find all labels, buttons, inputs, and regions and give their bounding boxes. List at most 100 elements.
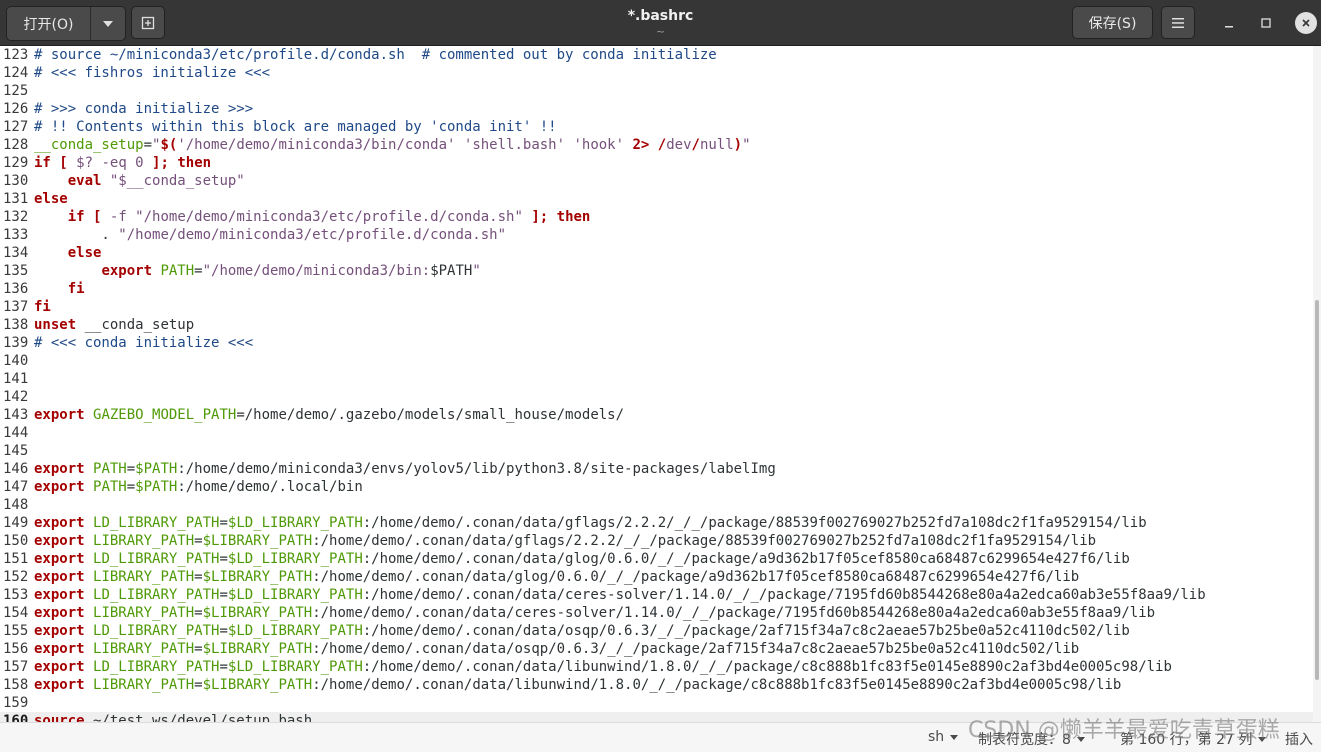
code-token: -f "/home/demo/miniconda3/etc/profile.d/… [109, 209, 523, 225]
code-token: = [219, 623, 228, 639]
line-number: 125 [3, 83, 29, 99]
scrollbar-thumb[interactable] [1315, 300, 1319, 680]
code-line[interactable]: 145 [0, 442, 1313, 460]
code-token: $? -eq 0 [76, 155, 144, 171]
code-text: export LIBRARY_PATH=$LIBRARY_PATH:/home/… [34, 676, 1121, 694]
code-line[interactable]: 147 export PATH=$PATH:/home/demo/.local/b… [0, 478, 1313, 496]
code-line[interactable]: 154 export LIBRARY_PATH=$LIBRARY_PATH:/ho… [0, 604, 1313, 622]
code-token: :/home/demo/.conan/data/osqp/0.6.3/_/_/p… [312, 641, 1080, 657]
line-number: 141 [3, 371, 29, 387]
code-line[interactable]: 143 export GAZEBO_MODEL_PATH=/home/demo/.… [0, 406, 1313, 424]
line-number: 152 [3, 569, 29, 585]
code-line[interactable]: 159 [0, 694, 1313, 712]
line-number: 130 [3, 173, 29, 189]
line-number: 156 [3, 641, 29, 657]
code-token: = [194, 533, 203, 549]
code-token: :/home/demo/.conan/data/glog/0.6.0/_/_/p… [362, 551, 1130, 567]
save-button[interactable]: 保存(S) [1072, 6, 1153, 39]
code-token: = [143, 137, 153, 153]
code-token: LD_LIBRARY_PATH [93, 551, 220, 567]
code-line[interactable]: 140 [0, 352, 1313, 370]
code-line[interactable]: 152 export LIBRARY_PATH=$LIBRARY_PATH:/ho… [0, 568, 1313, 586]
code-line[interactable]: 129 if [ $? -eq 0 ]; then [0, 154, 1313, 172]
code-line[interactable]: 151 export LD_LIBRARY_PATH=$LD_LIBRARY_PA… [0, 550, 1313, 568]
line-number: 140 [3, 353, 29, 369]
code-token: :/home/demo/miniconda3/envs/yolov5/lib/p… [177, 461, 776, 477]
code-line[interactable]: 157 export LD_LIBRARY_PATH=$LD_LIBRARY_PA… [0, 658, 1313, 676]
line-number: 146 [3, 461, 29, 477]
code-line[interactable]: 142 [0, 388, 1313, 406]
code-text: export GAZEBO_MODEL_PATH=/home/demo/.gaz… [34, 406, 624, 424]
code-line[interactable]: 134 else [0, 244, 1313, 262]
line-number: 147 [3, 479, 29, 495]
hamburger-icon [1172, 17, 1184, 28]
maximize-button[interactable] [1255, 12, 1277, 34]
code-text: __conda_setup= " $('/home/demo/miniconda3/… [34, 136, 751, 154]
code-line[interactable]: 125 [0, 82, 1313, 100]
code-token: dev [666, 137, 692, 153]
code-token: then [556, 209, 591, 225]
code-line[interactable]: 135 export PATH="/home/demo/miniconda3/b… [0, 262, 1313, 280]
code-line[interactable]: 123 # source ~/miniconda3/etc/profile.d/c… [0, 46, 1313, 64]
code-token: $LIBRARY_PATH [202, 641, 313, 657]
code-line[interactable]: 148 [0, 496, 1313, 514]
code-line[interactable]: 130 eval "$__conda_setup" [0, 172, 1313, 190]
code-token: PATH [93, 461, 127, 477]
close-icon [1302, 19, 1310, 27]
code-text: export LIBRARY_PATH=$LIBRARY_PATH:/home/… [34, 532, 1096, 550]
code-line[interactable]: 150 export LIBRARY_PATH=$LIBRARY_PATH:/ho… [0, 532, 1313, 550]
code-token: $LD_LIBRARY_PATH [227, 587, 363, 603]
code-text: source ~/test_ws/devel/setup.bash [34, 712, 312, 722]
code-line[interactable]: 155 export LD_LIBRARY_PATH=$LD_LIBRARY_PA… [0, 622, 1313, 640]
code-text: export LD_LIBRARY_PATH=$LD_LIBRARY_PATH:… [34, 658, 1172, 676]
code-token: export [34, 569, 85, 585]
code-text: if [ $? -eq 0 ]; then [34, 154, 211, 172]
code-text: export PATH=$PATH:/home/demo/.local/bin [34, 478, 363, 496]
code-line[interactable]: 139 # <<< conda initialize <<< [0, 334, 1313, 352]
code-token: export [101, 263, 153, 279]
code-token: $LD_LIBRARY_PATH [227, 623, 363, 639]
code-line[interactable]: 127 # !! Contents within this block are m… [0, 118, 1313, 136]
code-line[interactable]: 138 unset __conda_setup [0, 316, 1313, 334]
code-token: export [34, 641, 85, 657]
code-token: $LD_LIBRARY_PATH [227, 551, 363, 567]
code-line[interactable]: 149 export LD_LIBRARY_PATH=$LD_LIBRARY_PA… [0, 514, 1313, 532]
code-line[interactable]: 133 . "/home/demo/miniconda3/etc/profile… [0, 226, 1313, 244]
code-token: ]; [531, 209, 549, 225]
code-line[interactable]: 131 else [0, 190, 1313, 208]
code-token: PATH [160, 263, 195, 279]
code-line[interactable]: 137 fi [0, 298, 1313, 316]
code-token: $LD_LIBRARY_PATH [227, 515, 363, 531]
text-editor[interactable]: 123 # source ~/miniconda3/etc/profile.d/c… [0, 46, 1313, 722]
code-token: = [194, 569, 203, 585]
code-line[interactable]: 141 [0, 370, 1313, 388]
code-line[interactable]: 136 fi [0, 280, 1313, 298]
line-number: 153 [3, 587, 29, 603]
code-line[interactable]: 128 __conda_setup= " $('/home/demo/minicond… [0, 136, 1313, 154]
code-token: $( [160, 137, 178, 153]
code-line[interactable]: 158 export LIBRARY_PATH=$LIBRARY_PATH:/ho… [0, 676, 1313, 694]
code-token: = [219, 587, 228, 603]
code-line[interactable]: 156 export LIBRARY_PATH=$LIBRARY_PATH:/ho… [0, 640, 1313, 658]
code-token: LIBRARY_PATH [93, 641, 195, 657]
minimize-button[interactable] [1218, 12, 1240, 34]
line-number: 149 [3, 515, 29, 531]
code-token: eval [67, 173, 102, 189]
line-number: 154 [3, 605, 29, 621]
code-line[interactable]: 144 [0, 424, 1313, 442]
code-line[interactable]: 124 # <<< fishros initialize <<< [0, 64, 1313, 82]
code-line[interactable]: 126 # >>> conda initialize >>> [0, 100, 1313, 118]
hamburger-menu-button[interactable] [1161, 6, 1195, 39]
close-button[interactable] [1295, 12, 1317, 34]
code-line[interactable]: 146 export PATH=$PATH:/home/demo/minicond… [0, 460, 1313, 478]
language-selector[interactable]: sh [928, 729, 959, 745]
code-line[interactable]: 132 if [ -f "/home/demo/miniconda3/etc/p… [0, 208, 1313, 226]
code-token: LD_LIBRARY_PATH [93, 623, 220, 639]
code-line[interactable]: 153 export LD_LIBRARY_PATH=$LD_LIBRARY_PA… [0, 586, 1313, 604]
